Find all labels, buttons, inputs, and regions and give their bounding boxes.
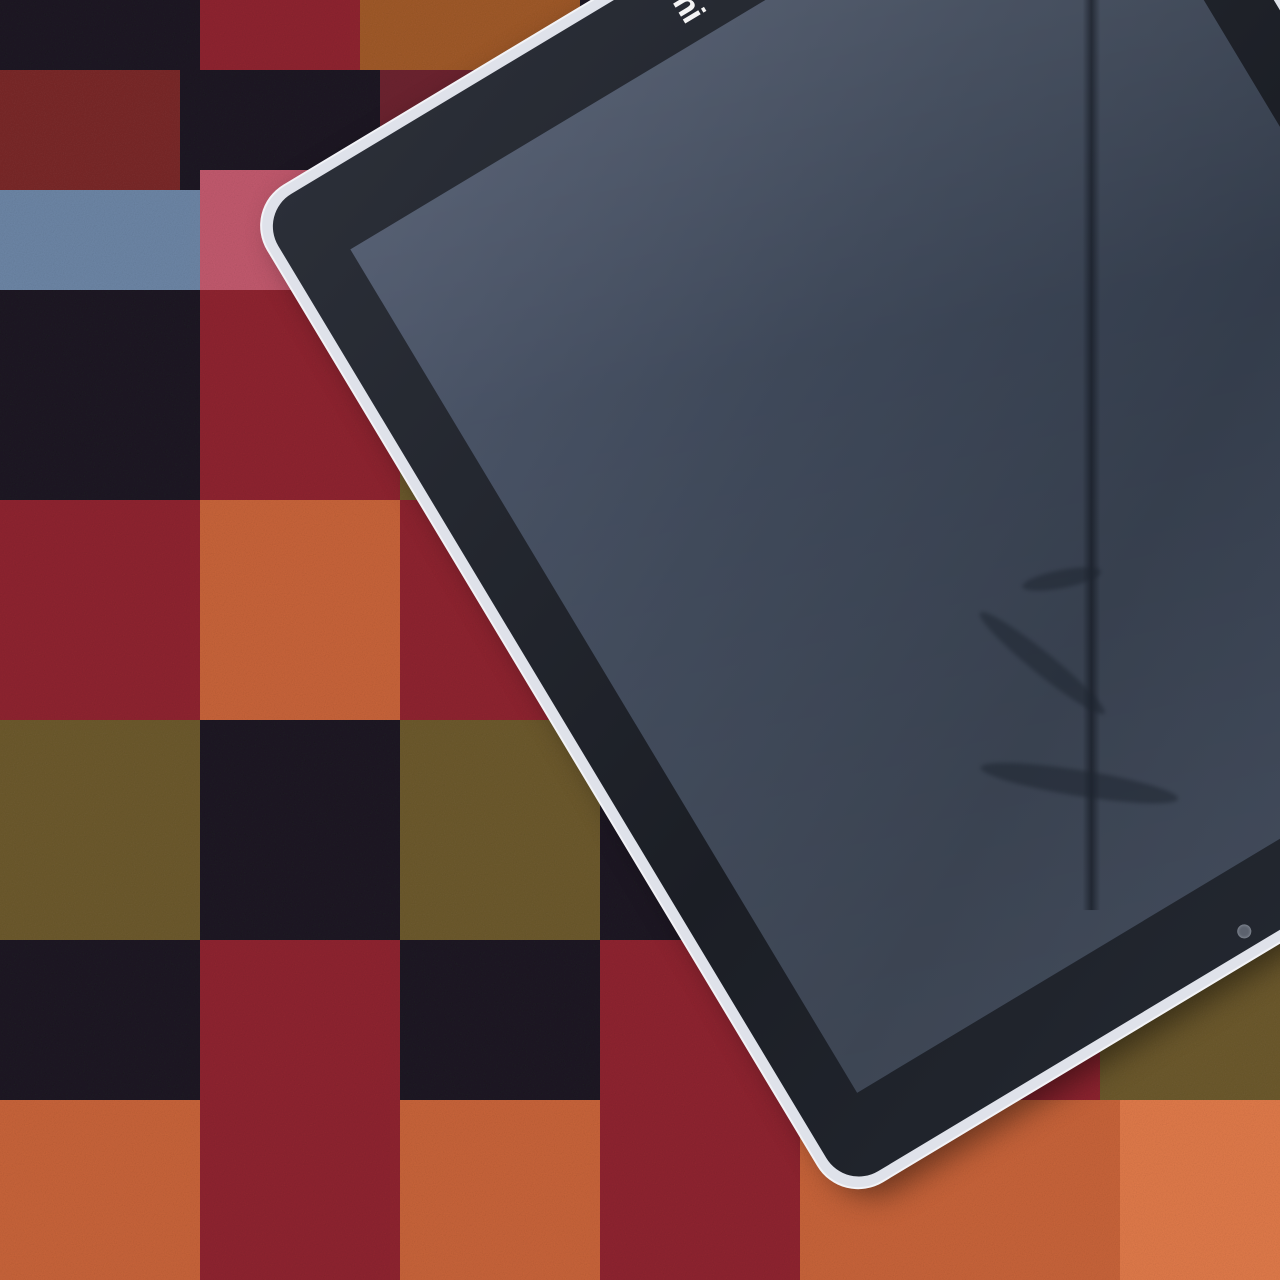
photo-scene: mi (0, 0, 1280, 1280)
brand-logo: mi (659, 0, 712, 29)
front-camera-icon (1234, 921, 1254, 941)
